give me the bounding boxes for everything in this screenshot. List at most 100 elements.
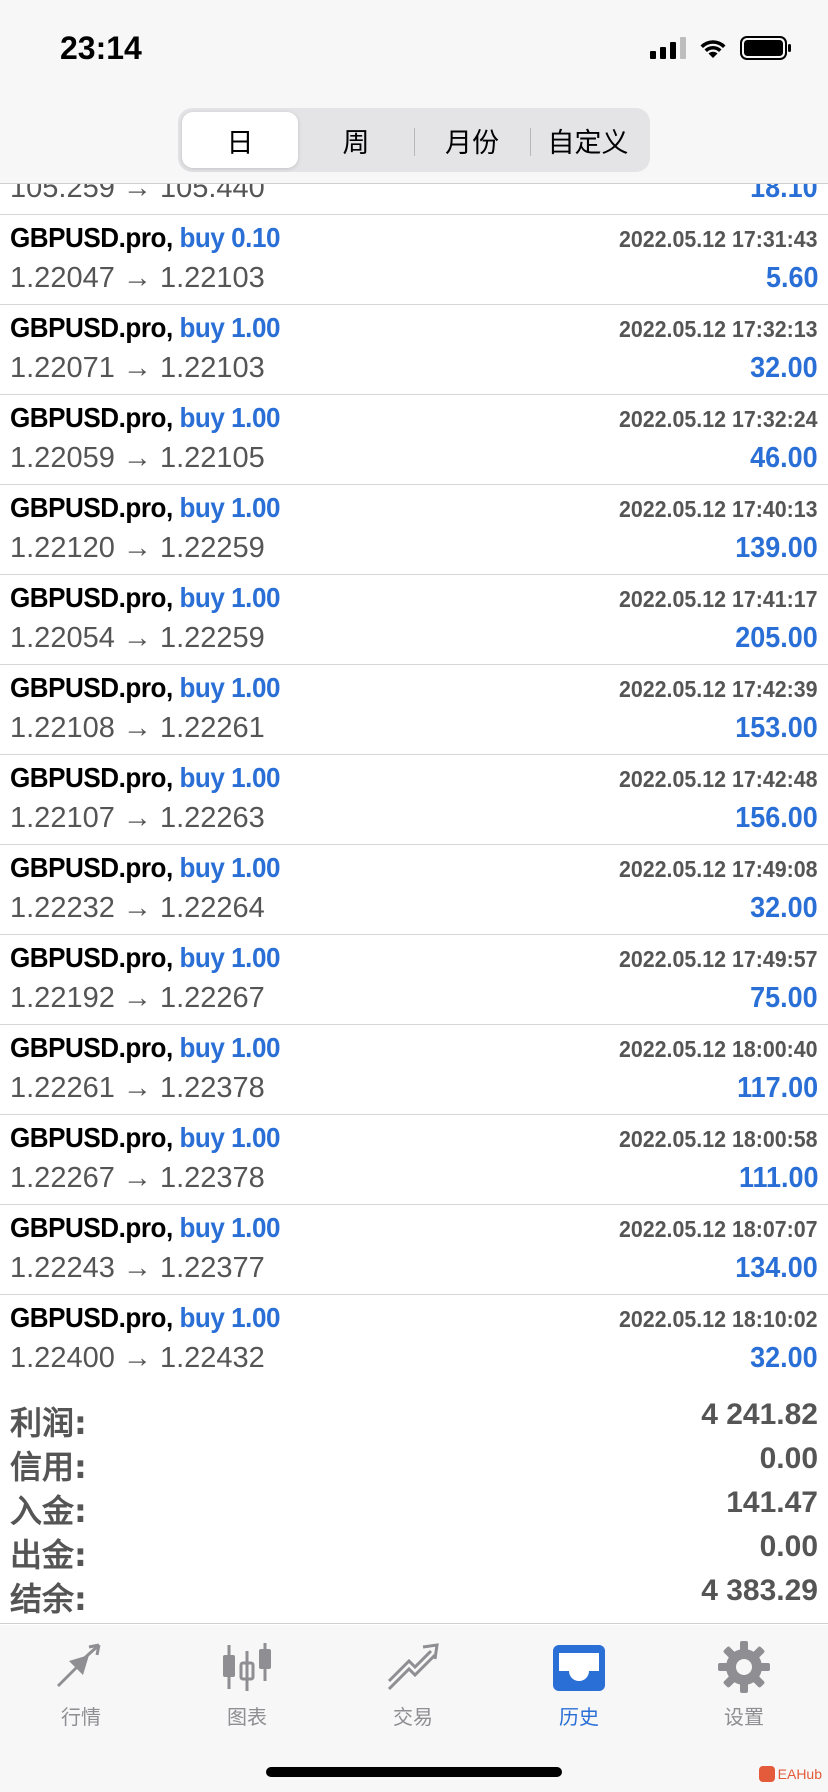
watermark: EAHub (758, 1766, 822, 1782)
tab-trade[interactable]: 交易 (353, 1639, 473, 1730)
trade-row[interactable]: GBPUSD.pro, buy 1.00 2022.05.12 18:00:58 1… (0, 1115, 828, 1205)
trade-profit: 111.00 (738, 1162, 818, 1194)
trade-symbol: GBPUSD.pro, (10, 942, 173, 973)
trade-time: 2022.05.12 17:42:39 (619, 676, 818, 702)
trade-row-content: GBPUSD.pro, buy 1.00 2022.05.12 17:32:24 1… (0, 394, 828, 484)
trade-row[interactable]: GBPUSD.pro, buy 0.10 2022.05.12 17:31:43 1… (0, 215, 828, 305)
trade-symbol: GBPUSD.pro, (10, 492, 173, 523)
trade-symbol-line: GBPUSD.pro, buy 1.00 (10, 402, 280, 434)
trade-row-content: GBPUSD.pro, buy 1.00 2022.05.12 17:40:13 1… (0, 484, 828, 574)
trade-symbol-line: GBPUSD.pro, buy 1.00 (10, 852, 280, 884)
trade-prices: 1.22047 → 1.22103 (10, 262, 265, 294)
trade-row[interactable]: GBPUSD.pro, buy 1.00 2022.05.12 17:42:39 1… (0, 665, 828, 755)
trade-row[interactable]: GBPUSD.pro, buy 1.00 2022.05.12 17:49:57 1… (0, 935, 828, 1025)
trade-time: 2022.05.12 18:07:07 (619, 1216, 818, 1242)
tab-label: 图表 (227, 1705, 267, 1729)
trade-row[interactable]: GBPUSD.pro, buy 1.00 2022.05.12 18:10:02 1… (0, 1295, 828, 1384)
tab-label: 行情 (61, 1705, 101, 1729)
trade-row[interactable]: GBPUSD.pro, buy 1.00 2022.05.12 17:49:08 1… (0, 845, 828, 935)
trade-symbol-line: GBPUSD.pro, buy 0.10 (10, 222, 280, 254)
period-header: 日 周 月份 自定义 (0, 96, 828, 184)
trade-profit: 205.00 (735, 622, 818, 654)
trade-prices: 1.22054 → 1.22259 (10, 622, 265, 654)
watermark-logo-icon (758, 1766, 775, 1782)
trade-profit: 18.10 (750, 184, 818, 204)
summary-row-profit: 利润: 4 241.82 (0, 1396, 828, 1442)
history-inbox-icon (549, 1639, 609, 1695)
trade-symbol-line: GBPUSD.pro, buy 1.00 (10, 762, 280, 794)
summary-label: 入金: (10, 1492, 87, 1530)
trade-profit: 32.00 (750, 1342, 818, 1374)
period-tab-month[interactable]: 月份 (414, 112, 530, 168)
status-time: 23:14 (60, 30, 142, 66)
trade-row-partial[interactable]: 105.259 → 105.440 18.10 (0, 184, 828, 215)
trade-row-content: GBPUSD.pro, buy 1.00 2022.05.12 17:42:39 1… (0, 664, 828, 754)
trade-symbol-line: GBPUSD.pro, buy 1.00 (10, 1212, 280, 1244)
trade-row[interactable]: GBPUSD.pro, buy 1.00 2022.05.12 18:07:07 1… (0, 1205, 828, 1295)
account-summary: 利润: 4 241.82 信用: 0.00 入金: 141.47 出金: 0.0… (0, 1384, 828, 1624)
trade-side-volume: buy 1.00 (179, 582, 280, 613)
trade-row-content: GBPUSD.pro, buy 1.00 2022.05.12 17:41:17 1… (0, 574, 828, 664)
trade-side-volume: buy 1.00 (179, 942, 280, 973)
trade-prices: 1.22120 → 1.22259 (10, 532, 265, 564)
trade-side-volume: buy 1.00 (179, 852, 280, 883)
trade-prices: 1.22243 → 1.22377 (10, 1252, 265, 1284)
trade-time: 2022.05.12 17:32:24 (619, 406, 818, 432)
trade-side-volume: buy 1.00 (179, 672, 280, 703)
trade-time: 2022.05.12 18:00:40 (619, 1036, 818, 1062)
trade-row[interactable]: GBPUSD.pro, buy 1.00 2022.05.12 17:32:13 1… (0, 305, 828, 395)
trade-row-content: 105.259 → 105.440 18.10 (0, 184, 828, 214)
trade-side-volume: buy 1.00 (179, 402, 280, 433)
period-tab-day[interactable]: 日 (182, 112, 298, 168)
tab-settings[interactable]: 设置 (684, 1639, 804, 1730)
trade-rows: GBPUSD.pro, buy 0.10 2022.05.12 17:31:43 1… (0, 215, 828, 1384)
trade-history-list[interactable]: 105.259 → 105.440 18.10 GBPUSD.pro, buy … (0, 184, 828, 1384)
trade-symbol-line: GBPUSD.pro, buy 1.00 (10, 1032, 280, 1064)
tab-quotes[interactable]: 行情 (21, 1639, 141, 1730)
summary-value: 0.00 (759, 1530, 818, 1563)
trade-symbol-line: GBPUSD.pro, buy 1.00 (10, 672, 280, 704)
summary-value: 4 241.82 (701, 1398, 818, 1431)
summary-label: 出金: (10, 1536, 87, 1574)
trade-symbol-line: GBPUSD.pro, buy 1.00 (10, 492, 280, 524)
trade-symbol: GBPUSD.pro, (10, 1122, 173, 1153)
status-bar: 23:14 (0, 0, 828, 96)
chart-candles-icon (217, 1639, 277, 1695)
trade-prices: 1.22071 → 1.22103 (10, 352, 265, 384)
trade-symbol: GBPUSD.pro, (10, 672, 173, 703)
summary-label: 利润: (10, 1404, 87, 1442)
trade-profit: 134.00 (735, 1252, 818, 1284)
trade-profit: 153.00 (735, 712, 818, 744)
trade-side-volume: buy 1.00 (179, 762, 280, 793)
trade-profit: 117.00 (736, 1072, 818, 1104)
trade-prices: 1.22107 → 1.22263 (10, 802, 265, 834)
trade-row[interactable]: GBPUSD.pro, buy 1.00 2022.05.12 17:41:17 1… (0, 575, 828, 665)
trade-row[interactable]: GBPUSD.pro, buy 1.00 2022.05.12 17:42:48 1… (0, 755, 828, 845)
trade-row[interactable]: GBPUSD.pro, buy 1.00 2022.05.12 17:40:13 1… (0, 485, 828, 575)
trade-profit: 139.00 (735, 532, 818, 564)
home-indicator[interactable] (266, 1767, 562, 1777)
trade-profit: 46.00 (750, 442, 818, 474)
period-tab-custom[interactable]: 自定义 (530, 112, 646, 168)
trade-row-content: GBPUSD.pro, buy 1.00 2022.05.12 17:42:48 1… (0, 754, 828, 844)
trade-row[interactable]: GBPUSD.pro, buy 1.00 2022.05.12 17:32:24 1… (0, 395, 828, 485)
trade-time: 2022.05.12 17:41:17 (619, 586, 818, 612)
trade-time: 2022.05.12 17:31:43 (619, 226, 818, 252)
trade-row[interactable]: GBPUSD.pro, buy 1.00 2022.05.12 18:00:40 1… (0, 1025, 828, 1115)
tab-charts[interactable]: 图表 (187, 1639, 307, 1730)
trade-row-content: GBPUSD.pro, buy 1.00 2022.05.12 18:00:40 1… (0, 1024, 828, 1114)
trade-side-volume: buy 1.00 (179, 1032, 280, 1063)
trade-time: 2022.05.12 17:32:13 (619, 316, 818, 342)
tab-history[interactable]: 历史 (519, 1639, 639, 1730)
trade-side-volume: buy 0.10 (179, 222, 280, 253)
settings-gear-icon (714, 1639, 774, 1695)
trade-prices: 1.22108 → 1.22261 (10, 712, 265, 744)
trade-time: 2022.05.12 17:42:48 (619, 766, 818, 792)
wifi-icon (698, 37, 728, 59)
status-icons (650, 36, 792, 60)
summary-row-credit: 信用: 0.00 (0, 1440, 828, 1486)
trade-row-content: GBPUSD.pro, buy 1.00 2022.05.12 18:00:58 1… (0, 1114, 828, 1204)
trade-profit: 32.00 (750, 892, 818, 924)
battery-icon (740, 36, 792, 60)
period-tab-week[interactable]: 周 (298, 112, 414, 168)
